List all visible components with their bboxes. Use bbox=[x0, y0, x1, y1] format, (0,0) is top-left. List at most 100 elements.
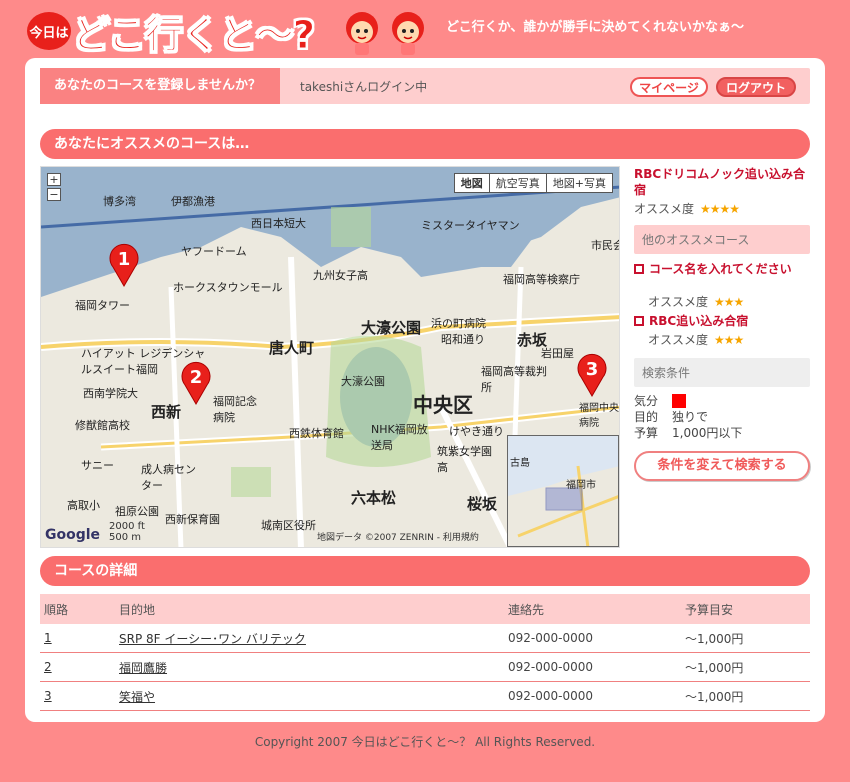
mood-color-swatch bbox=[672, 394, 686, 408]
map-label: 西南学院大 bbox=[83, 387, 138, 400]
map-label: 西鉄体育館 bbox=[289, 427, 344, 440]
other-course-link[interactable]: コース名を入れてください bbox=[634, 260, 810, 277]
map-pin-3[interactable]: 3 bbox=[575, 351, 609, 397]
course-details-table: 順路 目的地 連絡先 予算目安 1 SRP 8F イーシー･ワン バリテック 0… bbox=[40, 594, 810, 711]
rating-stars: ★★★ bbox=[714, 295, 744, 309]
place-link[interactable]: 笑福や bbox=[119, 690, 155, 704]
map-label: 福岡市 bbox=[566, 480, 596, 491]
map-type-satellite[interactable]: 航空写真 bbox=[488, 174, 546, 192]
column-header: 目的地 bbox=[115, 594, 504, 624]
table-row: 2 福岡鷹勝 092-000-0000 〜1,000円 bbox=[40, 652, 810, 682]
place-link[interactable]: SRP 8F イーシー･ワン バリテック bbox=[119, 632, 306, 646]
conditions-heading: 検索条件 bbox=[634, 358, 810, 387]
tel-cell: 092-000-0000 bbox=[504, 652, 681, 682]
map-label: 成人病センター bbox=[141, 463, 196, 492]
overview-map[interactable]: 古島 福岡市 bbox=[507, 435, 619, 547]
register-prompt[interactable]: あなたのコースを登録しませんか？ bbox=[40, 68, 280, 104]
map-scale: 2000 ft 500 m bbox=[109, 521, 145, 543]
map-label: 筑紫女学園高 bbox=[437, 445, 492, 474]
other-course-link[interactable]: RBC追い込み合宿 bbox=[634, 312, 810, 329]
map-pin-label: 2 bbox=[190, 367, 203, 388]
mood-label: 気分 bbox=[634, 394, 659, 408]
zoom-in-button[interactable]: + bbox=[47, 173, 61, 186]
map-label: 六本松 bbox=[351, 489, 397, 507]
purpose-value: 独りで bbox=[672, 410, 709, 424]
login-status: takeshiさんログイン中 bbox=[300, 80, 428, 94]
map-label: 中央区 bbox=[413, 393, 473, 417]
rating-stars: ★★★ bbox=[714, 333, 744, 347]
map-label: ミスタータイヤマン bbox=[421, 219, 520, 232]
order-link[interactable]: 2 bbox=[44, 660, 52, 674]
logout-button[interactable]: ログアウト bbox=[716, 77, 796, 97]
map-label: 祖原公園 bbox=[115, 505, 159, 518]
other-course-item: コース名を入れてください オススメ度 ★★★ bbox=[634, 260, 810, 310]
map-label: 高取小 bbox=[67, 499, 100, 512]
change-conditions-button[interactable]: 条件を変えて検索する bbox=[634, 451, 810, 481]
map-label: 古島 bbox=[510, 458, 530, 469]
course-title[interactable]: RBCドリコムノック追い込み合宿 bbox=[634, 166, 810, 198]
map-label: 伊都漁港 bbox=[171, 195, 215, 208]
map-label: 博多湾 bbox=[103, 195, 136, 208]
tagline: どこ行くか、誰かが勝手に決めてくれないかなぁ〜 bbox=[446, 20, 744, 35]
other-course-rating: オススメ度 ★★★ bbox=[634, 331, 810, 348]
zoom-out-button[interactable]: − bbox=[47, 188, 61, 201]
rating-label: オススメ度 bbox=[648, 295, 709, 309]
map-label: 唐人町 bbox=[269, 339, 315, 357]
map-pin-label: 3 bbox=[586, 359, 599, 380]
map-pin-2[interactable]: 2 bbox=[179, 359, 213, 405]
map-label: NHK福岡放送局 bbox=[371, 423, 428, 452]
map-label: 市民会 bbox=[591, 239, 619, 252]
map-label: 九州女子高 bbox=[313, 269, 368, 282]
map-pin-label: 1 bbox=[118, 249, 131, 270]
map-label: 桜坂 bbox=[467, 495, 498, 513]
purpose-label: 目的 bbox=[634, 410, 659, 424]
map-label: 福岡タワー bbox=[75, 299, 130, 312]
map-type-switch: 地図 航空写真 地図+写真 bbox=[453, 173, 613, 193]
column-header: 連絡先 bbox=[504, 594, 681, 624]
map-label: 城南区役所 bbox=[261, 519, 316, 532]
order-link[interactable]: 1 bbox=[44, 631, 52, 645]
map-label: 福岡高等検察庁 bbox=[503, 273, 580, 286]
map-label: 岩田屋 bbox=[541, 347, 574, 360]
map-label: 修猷館高校 bbox=[75, 419, 130, 432]
recommend-sidebar: RBCドリコムノック追い込み合宿 オススメ度 ★★★★ 他のオススメコース コース… bbox=[634, 166, 810, 481]
map-type-hybrid[interactable]: 地図+写真 bbox=[545, 174, 612, 192]
logo-badge[interactable]: 今日は bbox=[27, 12, 71, 50]
budget-label: 予算 bbox=[634, 426, 659, 440]
order-link[interactable]: 3 bbox=[44, 689, 52, 703]
recommend-heading: あなたにオススメのコースは… bbox=[40, 129, 810, 159]
map-label: 昭和通り bbox=[441, 333, 485, 346]
budget-cell: 〜1,000円 bbox=[681, 624, 810, 653]
bullet-icon bbox=[634, 315, 644, 326]
overview-map-base bbox=[508, 465, 618, 546]
course-rating: オススメ度 ★★★★ bbox=[634, 200, 810, 217]
course-map[interactable]: + − 地図 航空写真 地図+写真 博多湾 伊都漁港 西日本短大 ミスタータイヤ… bbox=[40, 166, 620, 548]
site-logo[interactable]: どこ行くと〜? bbox=[72, 4, 316, 59]
map-label: 福岡中央病院 bbox=[579, 403, 619, 429]
bullet-icon bbox=[634, 263, 644, 274]
main-panel: あなたのコースを登録しませんか？ takeshiさんログイン中 マイページ ログ… bbox=[25, 58, 825, 722]
map-label: サニー bbox=[81, 459, 114, 472]
rating-stars: ★★★★ bbox=[700, 202, 740, 216]
rating-label: オススメ度 bbox=[648, 333, 709, 347]
budget-cell: 〜1,000円 bbox=[681, 652, 810, 682]
copyright: Copyright 2007 今日はどこ行くと〜？ All Rights Res… bbox=[254, 735, 596, 749]
map-type-map[interactable]: 地図 bbox=[455, 174, 489, 192]
table-row: 3 笑福や 092-000-0000 〜1,000円 bbox=[40, 681, 810, 711]
site-header: 今日は どこ行くと〜? どこ行くか、誰かが勝手に決めてくれないかなぁ〜 bbox=[0, 0, 850, 58]
map-label: 大濠公園 bbox=[341, 375, 385, 388]
column-header: 予算目安 bbox=[681, 594, 810, 624]
other-course-name[interactable]: RBC追い込み合宿 bbox=[649, 312, 748, 329]
map-label: ホークスタウンモール bbox=[173, 281, 283, 294]
other-courses-heading: 他のオススメコース bbox=[634, 225, 810, 254]
other-course-name[interactable]: コース名を入れてください bbox=[649, 260, 792, 277]
rating-label: オススメ度 bbox=[634, 202, 695, 216]
google-logo[interactable]: Google bbox=[45, 527, 100, 543]
mypage-button[interactable]: マイページ bbox=[630, 77, 708, 97]
map-label: 福岡高等裁判所 bbox=[481, 365, 547, 394]
map-attribution[interactable]: 地図データ ©2007 ZENRIN - 利用規約 bbox=[317, 530, 479, 543]
tel-cell: 092-000-0000 bbox=[504, 624, 681, 653]
place-link[interactable]: 福岡鷹勝 bbox=[119, 661, 167, 675]
map-pin-1[interactable]: 1 bbox=[107, 241, 141, 287]
map-label: 浜の町病院 bbox=[431, 317, 486, 330]
